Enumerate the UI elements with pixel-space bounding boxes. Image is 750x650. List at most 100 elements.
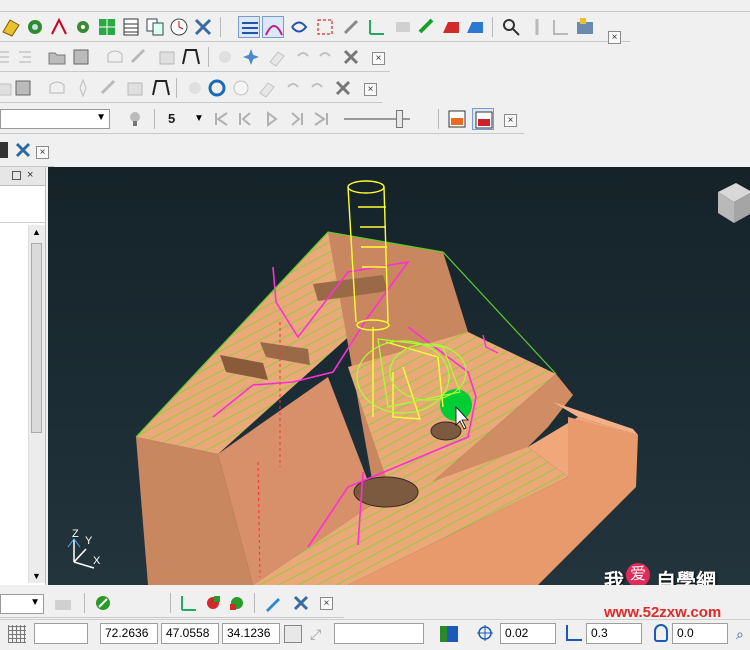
save-icon[interactable] bbox=[70, 46, 92, 68]
tools-icon[interactable] bbox=[192, 16, 214, 38]
surface-icon[interactable] bbox=[0, 16, 22, 38]
stepover-field[interactable]: 0.3 bbox=[586, 623, 642, 644]
indent-icon[interactable] bbox=[14, 46, 36, 68]
play-icon[interactable] bbox=[260, 108, 282, 130]
toolpath-select[interactable]: ▼ bbox=[0, 109, 110, 129]
last-frame-icon[interactable] bbox=[310, 108, 332, 130]
shape-icon[interactable] bbox=[180, 46, 202, 68]
snap-icon[interactable]: ⤢ bbox=[310, 626, 328, 642]
prev-frame-icon[interactable] bbox=[234, 108, 256, 130]
crosshair-icon[interactable] bbox=[476, 624, 494, 642]
curve-icon[interactable] bbox=[262, 16, 284, 38]
spiral-icon[interactable] bbox=[288, 16, 310, 38]
scroll-up-icon[interactable]: ▲ bbox=[32, 227, 41, 237]
axes-icon[interactable] bbox=[178, 592, 200, 614]
save-icon[interactable] bbox=[12, 77, 34, 99]
refresh-icon[interactable] bbox=[24, 16, 46, 38]
view-select[interactable]: ▼ bbox=[0, 594, 44, 614]
rotate-icon[interactable] bbox=[206, 77, 228, 99]
grid-icon[interactable] bbox=[8, 625, 26, 643]
scroll-thumb[interactable] bbox=[31, 243, 42, 433]
redo-icon[interactable] bbox=[314, 46, 336, 68]
undo-icon[interactable] bbox=[282, 77, 304, 99]
stepover-icon[interactable] bbox=[566, 625, 582, 641]
scroll-down-icon[interactable]: ▼ bbox=[32, 571, 41, 581]
machine-icon[interactable] bbox=[574, 16, 596, 38]
sim-red-icon[interactable] bbox=[472, 108, 494, 130]
stock-status-icon[interactable] bbox=[440, 626, 458, 642]
folder-icon[interactable] bbox=[46, 46, 68, 68]
probe-icon[interactable] bbox=[526, 16, 548, 38]
edit-boundary-icon[interactable] bbox=[128, 46, 150, 68]
tolerance-field[interactable]: 0.02 bbox=[500, 623, 556, 644]
close-icon[interactable]: × bbox=[364, 83, 377, 96]
frame-step[interactable]: 5 ▼ bbox=[162, 110, 206, 130]
restore-icon[interactable] bbox=[12, 171, 21, 180]
red-block-icon[interactable] bbox=[440, 16, 462, 38]
delete-icon[interactable] bbox=[332, 77, 354, 99]
fan-icon[interactable] bbox=[184, 77, 206, 99]
star-outline-icon[interactable] bbox=[72, 77, 94, 99]
green-tool-icon[interactable] bbox=[416, 16, 438, 38]
table-icon[interactable] bbox=[120, 16, 142, 38]
offset-field[interactable]: 0.0 bbox=[672, 623, 728, 644]
panel-icon[interactable] bbox=[0, 139, 12, 161]
blue-block-icon[interactable] bbox=[464, 16, 486, 38]
tool-wizard-icon[interactable] bbox=[92, 592, 114, 614]
cut-icon[interactable] bbox=[48, 16, 70, 38]
pattern-icon[interactable] bbox=[238, 16, 260, 38]
list-icon[interactable] bbox=[0, 46, 14, 68]
eraser-icon[interactable] bbox=[266, 46, 288, 68]
workplane-icon[interactable] bbox=[284, 625, 302, 643]
link-icon[interactable] bbox=[340, 16, 362, 38]
chevron-down-icon[interactable]: ▼ bbox=[96, 112, 106, 123]
eraser-icon[interactable] bbox=[256, 77, 278, 99]
view-cube-icon[interactable] bbox=[718, 183, 750, 223]
boundary-icon[interactable] bbox=[46, 77, 68, 99]
sim-orange-icon[interactable] bbox=[446, 108, 468, 130]
edit-icon[interactable] bbox=[98, 77, 120, 99]
sphere-icon[interactable] bbox=[202, 592, 224, 614]
speed-slider[interactable] bbox=[344, 110, 410, 128]
box-icon[interactable] bbox=[124, 77, 146, 99]
chevron-down-icon[interactable]: ▼ bbox=[30, 597, 40, 608]
scrollbar[interactable]: ▲ ▼ bbox=[28, 225, 45, 583]
star-icon[interactable] bbox=[240, 46, 262, 68]
redo-icon[interactable] bbox=[306, 77, 328, 99]
close-icon[interactable]: × bbox=[27, 169, 33, 181]
pencil-icon[interactable] bbox=[262, 592, 284, 614]
magnify-icon[interactable] bbox=[500, 16, 522, 38]
boundary-icon[interactable] bbox=[104, 46, 126, 68]
gear-icon[interactable] bbox=[72, 16, 94, 38]
undo-icon[interactable] bbox=[292, 46, 314, 68]
close-icon[interactable]: × bbox=[504, 114, 517, 127]
box-icon[interactable] bbox=[156, 46, 178, 68]
shape-icon[interactable] bbox=[150, 77, 172, 99]
close-icon[interactable]: × bbox=[36, 146, 49, 159]
close-icon[interactable]: × bbox=[608, 31, 621, 44]
close-icon[interactable]: × bbox=[320, 597, 333, 610]
search-icon[interactable]: ⌕ bbox=[736, 626, 750, 642]
delete-icon[interactable] bbox=[340, 46, 362, 68]
offset-icon[interactable] bbox=[654, 624, 668, 642]
spring-icon[interactable] bbox=[550, 16, 572, 38]
delete-icon[interactable] bbox=[290, 592, 312, 614]
clock-icon[interactable] bbox=[168, 16, 190, 38]
fan-icon[interactable] bbox=[214, 46, 236, 68]
axes-icon[interactable] bbox=[366, 16, 388, 38]
clock-icon[interactable] bbox=[230, 77, 252, 99]
stock-icon[interactable] bbox=[392, 16, 414, 38]
lightbulb-icon[interactable] bbox=[124, 108, 146, 130]
first-frame-icon[interactable] bbox=[210, 108, 232, 130]
grid-icon[interactable] bbox=[96, 16, 118, 38]
close-icon[interactable]: × bbox=[372, 52, 385, 65]
next-frame-icon[interactable] bbox=[286, 108, 308, 130]
chevron-down-icon[interactable]: ▼ bbox=[194, 113, 204, 124]
points-icon[interactable] bbox=[314, 16, 336, 38]
graphics-viewport[interactable]: Z Y X 我 爱 自學網 bbox=[48, 167, 750, 585]
delete-icon[interactable] bbox=[12, 139, 34, 161]
stock-icon[interactable] bbox=[52, 592, 74, 614]
sphere-alt-icon[interactable] bbox=[226, 592, 248, 614]
copy-icon[interactable] bbox=[144, 16, 166, 38]
slider-thumb[interactable] bbox=[396, 110, 403, 128]
